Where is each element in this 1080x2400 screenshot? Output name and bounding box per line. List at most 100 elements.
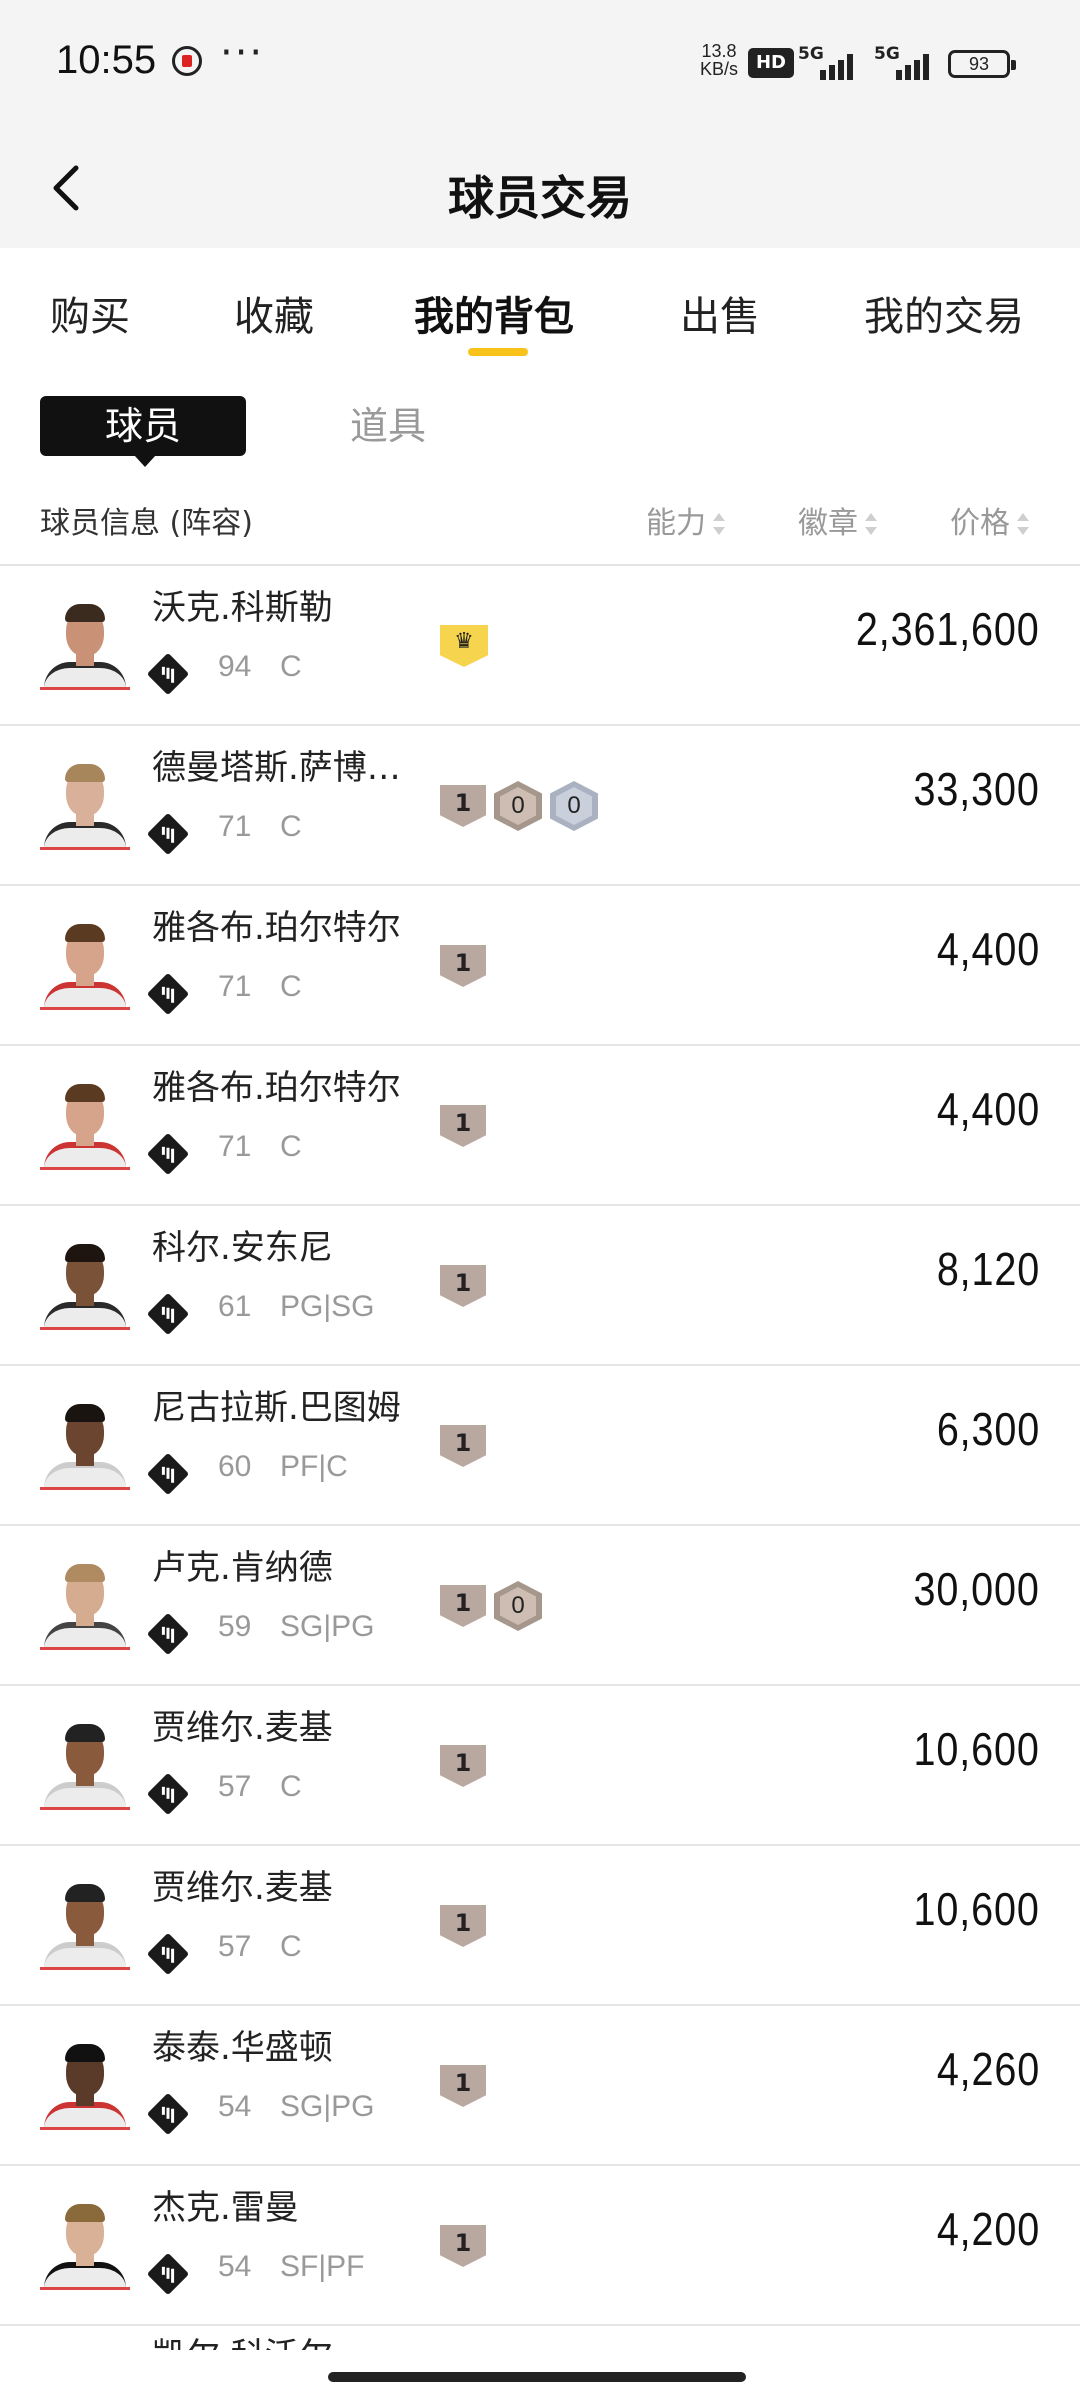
player-price: 30,000 xyxy=(913,1563,1040,1615)
player-list: 沃克.科斯勒 94 C ♛ 2,361,600 德曼塔斯.萨博… 71 C 1 … xyxy=(0,566,1080,2366)
level-shield-badge: 1 xyxy=(440,785,486,827)
player-row[interactable]: 贾维尔.麦基 57 C 1 10,600 xyxy=(0,1846,1080,2006)
player-avatar xyxy=(40,920,130,1010)
player-name: 卢克.肯纳德 xyxy=(152,1548,333,1588)
player-ovr: 71 xyxy=(218,1130,252,1163)
badge-group: 1 xyxy=(440,1422,486,1470)
rating-icon xyxy=(146,812,190,856)
badge-group: 1 xyxy=(440,2222,486,2270)
player-row[interactable]: 卢克.肯纳德 59 SG|PG 10 30,000 xyxy=(0,1526,1080,1686)
badge-group: 100 xyxy=(440,781,598,831)
player-price: 4,260 xyxy=(936,2043,1040,2095)
player-name: 泰泰.华盛顿 xyxy=(152,2028,333,2068)
badge-count: 0 xyxy=(500,787,536,825)
top-nav-bar: 球员交易 xyxy=(0,128,1080,248)
player-ovr: 61 xyxy=(218,1290,252,1323)
player-price: 10,600 xyxy=(913,1723,1040,1775)
hex-bronze-badge-icon: 0 xyxy=(494,1581,542,1631)
player-ovr: 57 xyxy=(218,1930,252,1963)
badge-count: 0 xyxy=(556,787,592,825)
sort-by-badge[interactable]: 徽章 xyxy=(798,498,878,542)
player-position: C xyxy=(280,1130,302,1163)
badge-group: 1 xyxy=(440,2062,486,2110)
level-shield-badge: 1 xyxy=(440,1105,486,1147)
badge-group: 1 xyxy=(440,1742,486,1790)
crown-badge-icon: ♛ xyxy=(440,625,488,667)
column-badge-label: 徽章 xyxy=(798,506,858,541)
notification-icon xyxy=(172,46,202,76)
badge-group: ♛ xyxy=(440,622,488,670)
player-row[interactable]: 德曼塔斯.萨博… 71 C 100 33,300 xyxy=(0,726,1080,886)
network-speed-value: 13.8 xyxy=(701,41,737,61)
player-row[interactable]: 杰克.雷曼 54 SF|PF 1 4,200 xyxy=(0,2166,1080,2326)
player-position: C xyxy=(280,650,302,683)
status-time: 10:55 xyxy=(56,38,157,82)
player-avatar xyxy=(40,1880,130,1970)
tab-my-backpack[interactable]: 我的背包 xyxy=(414,284,574,342)
rating-icon xyxy=(146,1772,190,1816)
rating-icon xyxy=(146,1292,190,1336)
sort-icon xyxy=(712,512,726,537)
player-position: C xyxy=(280,1930,302,1963)
player-position: C xyxy=(280,1770,302,1803)
player-avatar xyxy=(40,760,130,850)
player-position: C xyxy=(280,970,302,1003)
page-title: 球员交易 xyxy=(448,171,632,225)
badge-group: 1 xyxy=(440,942,486,990)
rating-icon xyxy=(146,2252,190,2296)
home-indicator[interactable] xyxy=(328,2372,746,2382)
player-position: PF|C xyxy=(280,1450,348,1483)
player-row[interactable]: 尼古拉斯.巴图姆 60 PF|C 1 6,300 xyxy=(0,1366,1080,1526)
segment-players[interactable]: 球员 xyxy=(40,396,246,467)
rating-icon xyxy=(146,972,190,1016)
sort-by-ability[interactable]: 能力 xyxy=(646,498,726,542)
player-name: 雅各布.珀尔特尔 xyxy=(152,1068,401,1108)
player-ovr: 54 xyxy=(218,2250,252,2283)
player-row[interactable]: 沃克.科斯勒 94 C ♛ 2,361,600 xyxy=(0,566,1080,726)
column-ability-label: 能力 xyxy=(646,506,706,541)
hex-bronze-badge-icon: 0 xyxy=(494,781,542,831)
list-header: 球员信息 (阵容) 能力 徽章 价格 xyxy=(0,484,1080,566)
battery-icon: 93 xyxy=(948,50,1016,78)
segment-items[interactable]: 道具 xyxy=(350,396,440,456)
player-name: 沃克.科斯勒 xyxy=(152,588,333,628)
column-player-info: 球员信息 (阵容) xyxy=(40,506,253,541)
player-row[interactable]: 雅各布.珀尔特尔 71 C 1 4,400 xyxy=(0,886,1080,1046)
tab-sell[interactable]: 出售 xyxy=(680,284,760,342)
player-price: 4,400 xyxy=(936,923,1040,975)
player-price: 2,361,600 xyxy=(856,603,1040,655)
player-name: 尼古拉斯.巴图姆 xyxy=(152,1388,401,1428)
player-name: 贾维尔.麦基 xyxy=(152,1868,333,1908)
player-ovr: 59 xyxy=(218,1610,252,1643)
player-avatar xyxy=(40,1080,130,1170)
rating-icon xyxy=(146,1132,190,1176)
sort-by-price[interactable]: 价格 xyxy=(950,498,1030,542)
hd-voice-icon: HD xyxy=(748,48,794,78)
badge-group: 10 xyxy=(440,1581,542,1631)
player-row[interactable]: 科尔.安东尼 61 PG|SG 1 8,120 xyxy=(0,1206,1080,1366)
tab-favorites[interactable]: 收藏 xyxy=(234,284,314,342)
network-speed-unit: KB/s xyxy=(699,59,738,79)
more-notifications-icon: ··· xyxy=(220,30,265,76)
player-name: 德曼塔斯.萨博… xyxy=(152,748,401,788)
level-shield-badge: 1 xyxy=(440,945,486,987)
tab-buy[interactable]: 购买 xyxy=(50,284,130,342)
badge-group: 1 xyxy=(440,1262,486,1310)
active-tab-indicator xyxy=(468,348,528,356)
player-ovr: 60 xyxy=(218,1450,252,1483)
level-shield-badge: 1 xyxy=(440,1265,486,1307)
tab-my-trades[interactable]: 我的交易 xyxy=(864,284,1024,342)
signal-1-label: 5G xyxy=(798,44,824,64)
player-row[interactable]: 贾维尔.麦基 57 C 1 10,600 xyxy=(0,1686,1080,1846)
player-price: 33,300 xyxy=(913,763,1040,815)
hex-silver-badge-icon: 0 xyxy=(550,781,598,831)
player-avatar xyxy=(40,600,130,690)
player-position: C xyxy=(280,810,302,843)
rating-icon xyxy=(146,1452,190,1496)
status-bar: 10:55 ··· 13.8 KB/s HD 5G 5G 93 xyxy=(0,0,1080,128)
player-position: PG|SG xyxy=(280,1290,375,1323)
player-price: 10,600 xyxy=(913,1883,1040,1935)
player-ovr: 71 xyxy=(218,810,252,843)
player-row[interactable]: 雅各布.珀尔特尔 71 C 1 4,400 xyxy=(0,1046,1080,1206)
player-row[interactable]: 泰泰.华盛顿 54 SG|PG 1 4,260 xyxy=(0,2006,1080,2166)
